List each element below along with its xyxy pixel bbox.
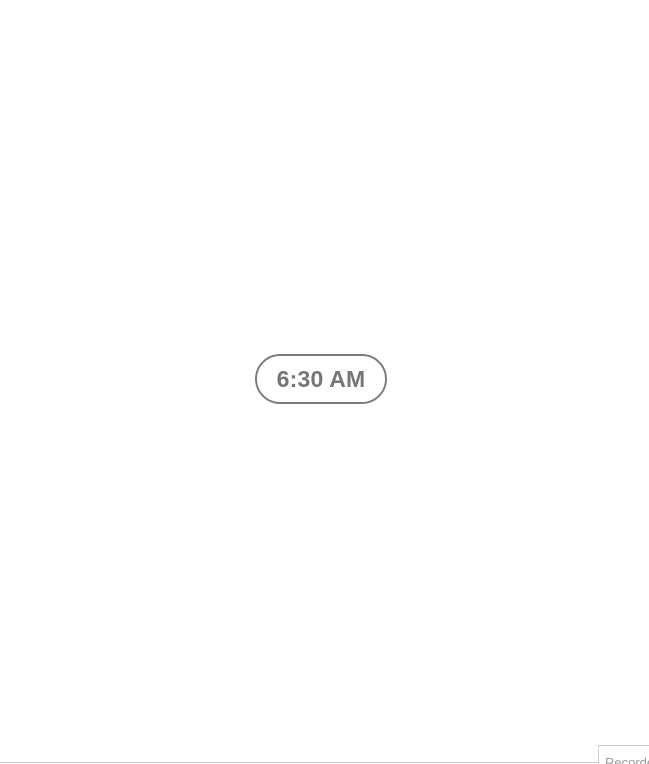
bottom-divider [0, 762, 649, 763]
recorder-label: Recorder [605, 755, 649, 764]
time-pill-button[interactable]: 6:30 AM [255, 354, 387, 404]
recorder-tab[interactable]: Recorder [598, 745, 649, 764]
page: 6:30 AM Recorder [0, 0, 649, 764]
time-label: 6:30 AM [276, 365, 366, 392]
